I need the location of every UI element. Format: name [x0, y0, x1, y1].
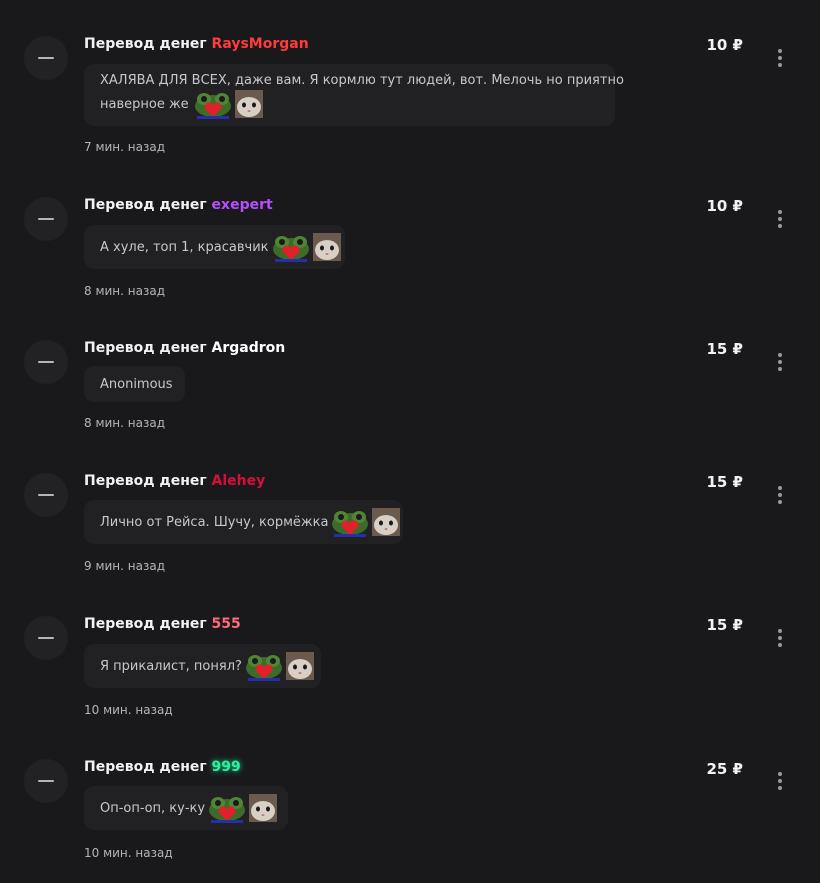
cat-emote-icon [372, 508, 401, 536]
message-text: Anonimous [100, 376, 173, 392]
timestamp: 10 мин. назад [84, 703, 173, 717]
sender-name[interactable]: 555 [212, 616, 241, 632]
message-text: Я прикалист, понял? [100, 658, 242, 674]
transaction-title: Перевод денег RaysMorgan [84, 35, 309, 53]
frog-heart-emote-icon [207, 794, 246, 823]
message-bubble: А хуле, топ 1, красавчик [84, 225, 345, 269]
transaction-prefix: Перевод денег [84, 616, 207, 632]
transaction-amount: 15 ₽ [706, 340, 743, 358]
more-options-button[interactable] [770, 483, 790, 507]
transaction-title: Перевод денег 999 [84, 758, 241, 776]
timestamp: 8 мин. назад [84, 416, 166, 430]
sender-name[interactable]: Alehey [212, 473, 266, 489]
transaction-amount: 10 ₽ [706, 36, 743, 54]
frog-heart-emote-icon [330, 508, 369, 537]
transaction-title: Перевод денег 555 [84, 615, 241, 633]
message-text-continued: наверное же [100, 96, 189, 112]
frog-heart-emote-icon [244, 652, 282, 681]
timestamp: 10 мин. назад [84, 846, 173, 860]
transfer-icon [24, 197, 68, 241]
timestamp: 7 мин. назад [84, 140, 166, 154]
transfer-icon [24, 473, 68, 517]
transaction-prefix: Перевод денег [84, 340, 207, 356]
transaction-amount: 15 ₽ [706, 616, 743, 634]
sender-name[interactable]: Argadron [212, 340, 286, 356]
transaction-amount: 25 ₽ [706, 760, 743, 778]
transaction-prefix: Перевод денег [84, 197, 207, 213]
message-bubble: Оп-оп-оп, ку-ку [84, 786, 288, 830]
cat-emote-icon [234, 90, 263, 118]
timestamp: 9 мин. назад [84, 559, 166, 573]
transfer-icon [24, 340, 68, 384]
transfer-icon [24, 36, 68, 80]
more-options-button[interactable] [770, 207, 790, 231]
sender-name[interactable]: 999 [212, 759, 241, 775]
timestamp: 8 мин. назад [84, 284, 166, 298]
cat-emote-icon [249, 794, 278, 822]
more-options-button[interactable] [770, 46, 790, 70]
message-text: А хуле, топ 1, красавчик [100, 239, 269, 255]
frog-heart-emote-icon [193, 90, 231, 119]
transaction-prefix: Перевод денег [84, 36, 207, 52]
message-text: ХАЛЯВА ДЛЯ ВСЕХ, даже вам. Я кормлю тут … [100, 73, 624, 88]
message-bubble: Лично от Рейса. Шучу, кормёжка [84, 500, 403, 544]
cat-emote-icon [312, 233, 341, 261]
message-text: Лично от Рейса. Шучу, кормёжка [100, 514, 329, 530]
transaction-title: Перевод денег Alehey [84, 472, 265, 490]
message-bubble: Anonimous [84, 366, 185, 402]
transaction-amount: 10 ₽ [706, 197, 743, 215]
message-bubble: ХАЛЯВА ДЛЯ ВСЕХ, даже вам. Я кормлю тут … [84, 64, 624, 126]
transaction-title: Перевод денег exepert [84, 196, 273, 214]
transaction-prefix: Перевод денег [84, 759, 207, 775]
sender-name[interactable]: RaysMorgan [212, 36, 309, 52]
transaction-prefix: Перевод денег [84, 473, 207, 489]
more-options-button[interactable] [770, 626, 790, 650]
transfer-icon [24, 759, 68, 803]
frog-heart-emote-icon [271, 233, 309, 262]
transaction-title: Перевод денег Argadron [84, 339, 285, 357]
message-text: Оп-оп-оп, ку-ку [100, 800, 206, 816]
cat-emote-icon [285, 652, 314, 680]
message-bubble: Я прикалист, понял? [84, 644, 321, 688]
transaction-amount: 15 ₽ [706, 473, 743, 491]
transfer-icon [24, 616, 68, 660]
more-options-button[interactable] [770, 769, 790, 793]
sender-name[interactable]: exepert [212, 197, 273, 213]
more-options-button[interactable] [770, 350, 790, 374]
transaction-feed: Перевод денег RaysMorgan 10 ₽ ХАЛЯВА ДЛЯ… [0, 0, 820, 883]
